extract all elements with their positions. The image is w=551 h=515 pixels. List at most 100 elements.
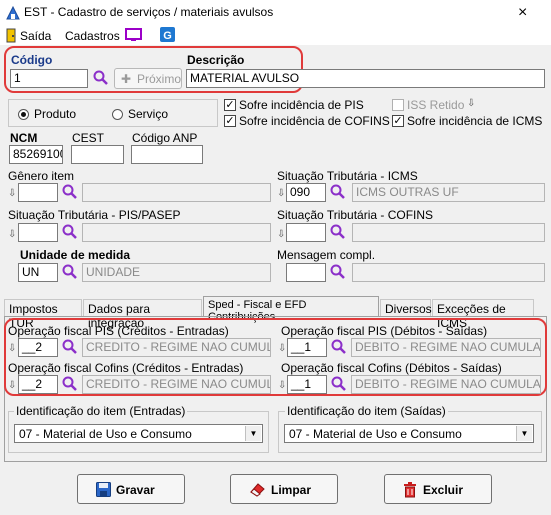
cofins-saida-code[interactable]: __1	[287, 375, 327, 394]
unidade-code-input[interactable]: UN	[18, 263, 58, 282]
codigo-label: Código	[11, 53, 53, 67]
delete-button[interactable]: Excluir	[384, 474, 492, 504]
pis-saida-desc: DEBITO - REGIME NAO CUMULATIVO	[351, 338, 541, 357]
pin-icon: ⇩	[8, 380, 17, 391]
save-label: Gravar	[116, 483, 155, 497]
iss-checkbox[interactable]	[392, 99, 404, 111]
cofins-check-label: Sofre incidência de COFINS	[239, 114, 390, 128]
st-icms-label: Situação Tributária - ICMS	[277, 169, 418, 183]
pin-icon: ⇩	[278, 343, 287, 354]
descricao-input[interactable]: MATERIAL AVULSO	[186, 69, 545, 88]
eraser-icon	[250, 483, 265, 497]
produto-radio[interactable]	[18, 109, 29, 120]
tab-diversos[interactable]: Diversos	[380, 299, 432, 316]
g-app-icon[interactable]: G	[160, 27, 175, 42]
search-icon[interactable]	[93, 70, 109, 86]
plus-icon: ✚	[121, 72, 132, 86]
tab-sped[interactable]: Sped - Fiscal e EFD Contribuições	[203, 296, 379, 323]
icms-checkbox[interactable]: ✓	[392, 115, 404, 127]
anp-input[interactable]	[131, 145, 203, 164]
cest-label: CEST	[72, 131, 105, 145]
mensagem-code-input[interactable]	[286, 263, 326, 282]
pis-checkbox[interactable]: ✓	[224, 99, 236, 111]
pis-saida-code[interactable]: __1	[287, 338, 327, 357]
cofins-saida-desc: DEBITO - REGIME NAO CUMULATIVO	[351, 375, 541, 394]
clear-label: Limpar	[271, 483, 312, 497]
close-button[interactable]: ×	[518, 4, 527, 22]
mensagem-label: Mensagem compl.	[277, 248, 376, 262]
mensagem-desc	[352, 263, 545, 282]
pin-icon: ⇩	[8, 188, 17, 199]
menu-cadastros[interactable]: Cadastros	[65, 29, 120, 43]
search-icon[interactable]	[330, 264, 346, 280]
pin-icon: ⇩	[278, 380, 287, 391]
chevron-down-icon[interactable]: ▼	[245, 426, 261, 441]
menu-exit[interactable]: Saída	[20, 29, 51, 43]
floppy-icon	[96, 482, 111, 497]
st-cofins-label: Situação Tributária - COFINS	[277, 208, 434, 222]
st-icms-desc: ICMS OUTRAS UF	[352, 183, 545, 202]
genero-desc	[82, 183, 271, 202]
pis-saida-label: Operação fiscal PIS (Débitos - Saídas)	[281, 324, 488, 338]
anp-label: Código ANP	[132, 131, 198, 145]
servico-radio[interactable]	[112, 109, 123, 120]
tab-excecoes-icms[interactable]: Exceções de ICMS	[432, 299, 534, 330]
ident-entradas-select[interactable]: 07 - Material de Uso e Consumo ▼	[14, 424, 263, 443]
ncm-label: NCM	[10, 131, 38, 145]
codigo-input[interactable]: 1	[10, 69, 88, 88]
st-pis-desc	[82, 223, 271, 242]
pin-icon: ⇩	[277, 229, 286, 240]
genero-label: Gênero item	[8, 169, 75, 183]
search-icon[interactable]	[62, 224, 78, 240]
app-icon	[6, 6, 20, 20]
clear-button[interactable]: Limpar	[230, 474, 338, 504]
st-pis-code-input[interactable]	[18, 223, 58, 242]
iss-check-label: ISS Retido	[407, 98, 465, 112]
cofins-checkbox[interactable]: ✓	[224, 115, 236, 127]
search-icon[interactable]	[331, 339, 347, 355]
search-icon[interactable]	[62, 184, 78, 200]
servico-label: Serviço	[128, 107, 169, 121]
next-label: Próximo	[137, 72, 182, 86]
chevron-down-icon[interactable]: ▼	[516, 426, 532, 441]
monitor-icon[interactable]	[125, 28, 142, 42]
st-pis-label: Situação Tributária - PIS/PASEP	[8, 208, 181, 222]
pin-icon: ⇩	[467, 98, 476, 109]
st-icms-code-input[interactable]: 090	[286, 183, 326, 202]
trash-icon	[404, 482, 416, 498]
pis-entrada-code[interactable]: __2	[18, 338, 58, 357]
cofins-entrada-desc: CREDITO - REGIME NAO CUMULATI	[82, 375, 271, 394]
unidade-label: Unidade de medida	[20, 248, 131, 262]
tab-dados-integracao[interactable]: Dados para integração	[83, 299, 202, 330]
search-icon[interactable]	[62, 376, 78, 392]
genero-code-input[interactable]	[18, 183, 58, 202]
pin-icon: ⇩	[8, 229, 17, 240]
descricao-label: Descrição	[187, 53, 245, 67]
cest-input[interactable]	[71, 145, 124, 164]
pis-entrada-label: Operação fiscal PIS (Créditos - Entradas…	[8, 324, 229, 338]
pin-icon: ⇩	[277, 188, 286, 199]
ident-entradas-label: Identificação do item (Entradas)	[14, 404, 188, 418]
search-icon[interactable]	[331, 376, 347, 392]
cofins-entrada-code[interactable]: __2	[18, 375, 58, 394]
search-icon[interactable]	[62, 264, 78, 280]
cofins-saida-label: Operação fiscal Cofins (Débitos - Saídas…	[281, 361, 502, 375]
ncm-input[interactable]: 85269100	[9, 145, 63, 164]
ident-saidas-select[interactable]: 07 - Material de Uso e Consumo ▼	[284, 424, 534, 443]
icms-check-label: Sofre incidência de ICMS	[407, 114, 543, 128]
pin-icon: ⇩	[8, 343, 17, 354]
search-icon[interactable]	[330, 224, 346, 240]
pis-check-label: Sofre incidência de PIS	[239, 98, 364, 112]
pis-entrada-desc: CREDITO - REGIME NAO CUMULATI	[82, 338, 271, 357]
st-cofins-code-input[interactable]	[286, 223, 326, 242]
window-title: EST - Cadastro de serviços / materiais a…	[24, 5, 274, 19]
delete-label: Excluir	[423, 483, 464, 497]
search-icon[interactable]	[62, 339, 78, 355]
next-button[interactable]: ✚ Próximo	[114, 68, 182, 89]
unidade-desc: UNIDADE	[82, 263, 271, 282]
search-icon[interactable]	[330, 184, 346, 200]
produto-label: Produto	[34, 107, 77, 121]
save-button[interactable]: Gravar	[77, 474, 185, 504]
tab-impostos-tur[interactable]: Impostos TUR	[4, 299, 82, 330]
svg-text:G: G	[163, 30, 172, 42]
